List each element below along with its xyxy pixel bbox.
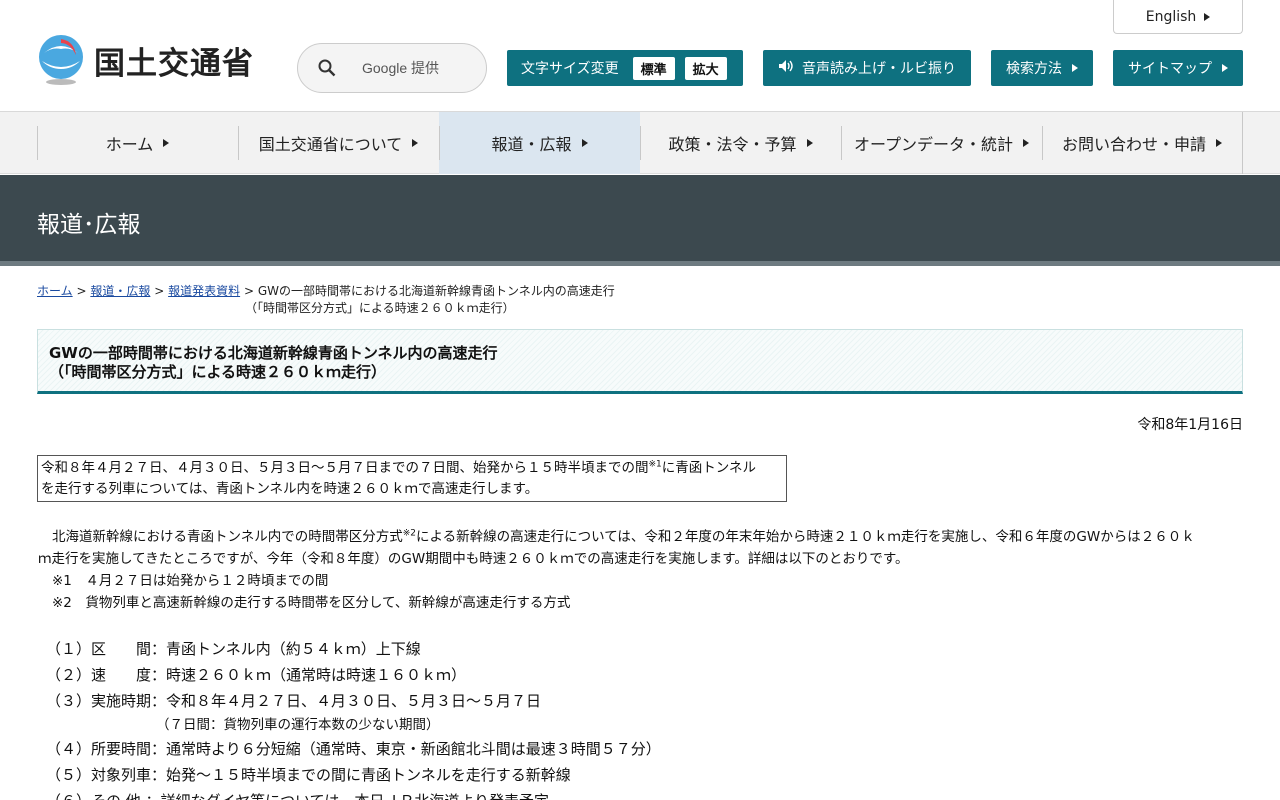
footnote-1: ※1 ４月２７日は始発から１２時頃までの間 xyxy=(52,573,329,589)
speaker-icon xyxy=(778,59,794,77)
article-title-box: GWの一部時間帯における北海道新幹線青函トンネル内の高速走行 （「時間帯区分方式… xyxy=(37,329,1243,394)
breadcrumb-separator: > xyxy=(76,284,87,298)
summary-text: に青函トンネル xyxy=(661,460,757,476)
nav-divider xyxy=(841,126,842,160)
nav-item-about[interactable]: 国土交通省について xyxy=(238,112,439,174)
breadcrumb-press[interactable]: 報道・広報 xyxy=(90,284,150,298)
font-size-standard-button[interactable]: 標準 xyxy=(632,56,675,80)
list-item: （１）区 間：青函トンネル内（約５４ｋｍ）上下線 xyxy=(46,640,421,658)
banner-title: 報道･広報 xyxy=(37,212,141,238)
search-input[interactable] xyxy=(362,60,472,76)
english-link[interactable]: English xyxy=(1113,0,1243,34)
article-body: 北海道新幹線における青函トンネル内での時間帯区分方式※2による新幹線の高速走行に… xyxy=(38,526,1243,614)
search-method-label: 検索方法 xyxy=(1006,61,1062,77)
arrow-right-icon xyxy=(1072,64,1078,72)
summary-text: を走行する列車については、青函トンネル内を時速２６０ｋｍで高速走行します。 xyxy=(41,481,539,497)
list-item: （６）その 他 ：詳細なダイヤ等については、本日ＪＲ北海道より発表予定 xyxy=(46,788,1246,800)
font-size-label: 文字サイズ変更 xyxy=(521,61,619,77)
global-nav: ホーム 国土交通省について 報道・広報 政策・法令・予算 オープンデータ・統計 … xyxy=(0,112,1280,174)
arrow-right-icon xyxy=(1216,139,1222,147)
arrow-right-icon xyxy=(581,139,588,147)
nav-divider xyxy=(439,126,440,160)
nav-divider xyxy=(640,126,641,160)
breadcrumb-release[interactable]: 報道発表資料 xyxy=(168,284,240,298)
breadcrumb-separator: > xyxy=(154,284,165,298)
nav-item-policy[interactable]: 政策・法令・予算 xyxy=(640,112,841,174)
body-text: による新幹線の高速走行については、令和２年度の年末年始から時速２１０ｋｍ走行を実… xyxy=(416,529,1195,545)
sitemap-button[interactable]: サイトマップ xyxy=(1113,50,1243,86)
nav-item-label: 国土交通省について xyxy=(258,135,403,154)
arrow-right-icon xyxy=(1023,139,1030,147)
list-item-note: （７日間：貨物列車の運行本数の少ない期間） xyxy=(156,717,440,733)
arrow-right-icon xyxy=(163,139,170,147)
arrow-right-icon xyxy=(1222,64,1228,72)
page-title: GWの一部時間帯における北海道新幹線青函トンネル内の高速走行 （「時間帯区分方式… xyxy=(49,344,498,382)
page-banner: 報道･広報 xyxy=(0,175,1280,266)
arrow-right-icon xyxy=(1204,12,1211,21)
list-item: （５）対象列車：始発～１５時半頃までの間に青函トンネルを走行する新幹線 xyxy=(46,766,571,784)
body-text: 北海道新幹線における青函トンネル内での時間帯区分方式 xyxy=(52,529,403,545)
speech-label: 音声読み上げ・ルビ振り xyxy=(802,61,956,77)
nav-item-label: オープンデータ・統計 xyxy=(853,135,1014,154)
nav-item-label: 報道・広報 xyxy=(491,135,572,154)
site-header: 国土交通省 English 文字サイズ変更 標準 拡大 音声読み上げ・ルビ振り … xyxy=(0,0,1280,112)
speech-ruby-button[interactable]: 音声読み上げ・ルビ振り xyxy=(763,50,971,86)
title-line-2: （「時間帯区分方式」による時速２６０ｋｍ走行） xyxy=(49,363,387,381)
english-label: English xyxy=(1145,8,1197,25)
site-logo[interactable]: 国土交通省 xyxy=(36,33,254,87)
footnote-2: ※2 貨物列車と高速新幹線の走行する時間帯を区分して、新幹線が高速走行する方式 xyxy=(52,595,571,611)
breadcrumb-home[interactable]: ホーム xyxy=(37,284,73,298)
search-icon[interactable] xyxy=(318,59,336,77)
breadcrumb: ホーム > 報道・広報 > 報道発表資料 > GWの一部時間帯における北海道新幹… xyxy=(37,283,637,317)
summary-text: 令和８年４月２７日、４月３０日、５月３日～５月７日までの７日間、始発から１５時半… xyxy=(41,460,649,476)
arrow-right-icon xyxy=(806,139,813,147)
list-item: （４）所要時間：通常時より６分短縮（通常時、東京・新函館北斗間は最速３時間５７分… xyxy=(46,740,661,758)
arrow-right-icon xyxy=(412,139,419,147)
search-method-button[interactable]: 検索方法 xyxy=(991,50,1093,86)
nav-item-label: お問い合わせ・申請 xyxy=(1061,135,1206,154)
breadcrumb-current: GWの一部時間帯における北海道新幹線青函トンネル内の高速走行 xyxy=(257,284,615,298)
nav-item-home[interactable]: ホーム xyxy=(37,112,238,174)
breadcrumb-separator: > xyxy=(243,284,254,298)
nav-divider xyxy=(238,126,239,160)
title-line-1: GWの一部時間帯における北海道新幹線青函トンネル内の高速走行 xyxy=(49,344,498,362)
mlit-logo-icon xyxy=(36,33,86,87)
publish-date: 令和8年1月16日 xyxy=(1137,417,1243,433)
nav-divider xyxy=(1042,126,1043,160)
list-item: （３）実施時期：令和８年４月２７日、４月３０日、５月３日～５月７日 xyxy=(46,692,542,710)
list-item: （２）速 度：時速２６０ｋｍ（通常時は時速１６０ｋｍ） xyxy=(46,666,467,684)
footnote-ref: ※1 xyxy=(648,459,662,470)
breadcrumb-current-sub: （「時間帯区分方式」による時速２６０ｋｍ走行） xyxy=(245,301,515,315)
footnote-ref: ※2 xyxy=(402,528,417,539)
logo-text: 国土交通省 xyxy=(94,45,254,82)
nav-item-contact[interactable]: お問い合わせ・申請 xyxy=(1042,112,1243,174)
nav-item-label: ホーム xyxy=(105,135,154,154)
detail-list: （１）区 間：青函トンネル内（約５４ｋｍ）上下線 （２）速 度：時速２６０ｋｍ（… xyxy=(46,636,1246,800)
sitemap-label: サイトマップ xyxy=(1128,61,1212,77)
nav-divider xyxy=(37,126,38,160)
nav-item-press[interactable]: 報道・広報 xyxy=(439,112,640,174)
nav-item-opendata[interactable]: オープンデータ・統計 xyxy=(841,112,1042,174)
font-size-control: 文字サイズ変更 標準 拡大 xyxy=(507,50,743,86)
site-search xyxy=(297,43,487,93)
body-text: ｍ走行を実施してきたところですが、今年（令和８年度）のGW期間中も時速２６０ｋｍ… xyxy=(38,551,909,567)
nav-item-label: 政策・法令・予算 xyxy=(668,135,797,154)
font-size-large-button[interactable]: 拡大 xyxy=(684,56,727,80)
summary-box: 令和８年４月２７日、４月３０日、５月３日～５月７日までの７日間、始発から１５時半… xyxy=(37,455,787,502)
